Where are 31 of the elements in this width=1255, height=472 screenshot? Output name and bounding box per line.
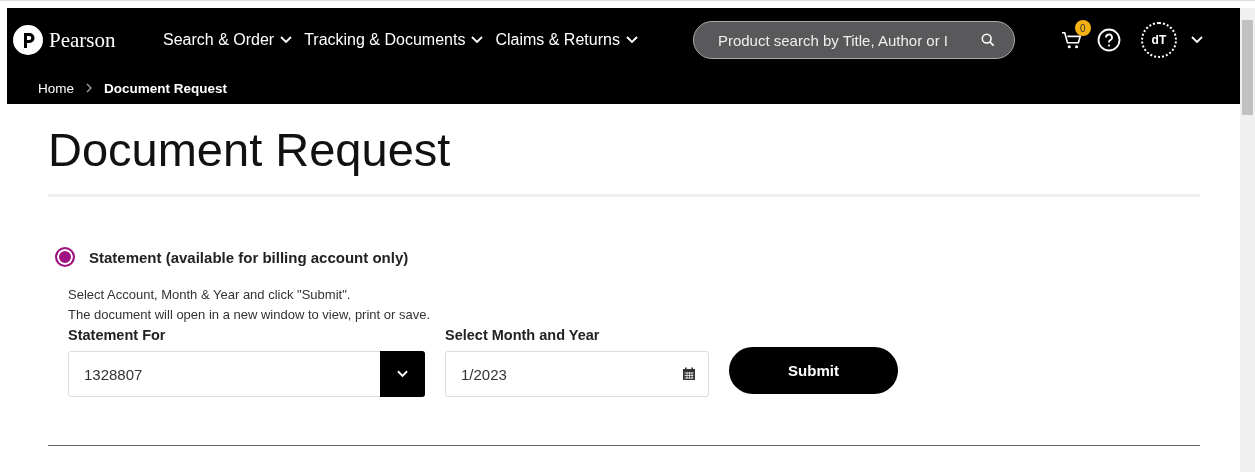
nav-menu[interactable]: Search & Order (163, 31, 293, 49)
chevron-icon (397, 370, 408, 378)
field-label: Select Month and Year (445, 327, 601, 343)
radio-button[interactable] (55, 247, 75, 267)
help-icon[interactable] (1096, 28, 1121, 52)
account-select[interactable]: 1328807 (68, 351, 425, 397)
chevron-icon (625, 36, 638, 44)
chevron-icon[interactable] (1190, 36, 1203, 44)
breadcrumb-link[interactable]: Home (38, 80, 74, 96)
user-avatar[interactable]: dT (1140, 22, 1177, 58)
nav-menu[interactable]: Claims & Returns (495, 31, 638, 49)
calendar-icon[interactable] (682, 367, 696, 381)
field-label: Statement For (68, 327, 167, 343)
submit-button[interactable]: Submit (729, 347, 898, 394)
chevron-right-icon (86, 83, 92, 93)
date-field[interactable]: 1/2023 (445, 351, 709, 397)
search-icon[interactable] (980, 33, 995, 47)
search-field[interactable]: Product search by Title, Author or I (692, 21, 1015, 59)
scrollbar[interactable] (1240, 8, 1255, 472)
logo-icon[interactable] (13, 25, 43, 55)
logo-text[interactable]: Pearson (49, 27, 116, 53)
nav-menu[interactable]: Tracking & Documents (304, 31, 484, 49)
instruction-text: The document will open in a new window to view, print or save. (68, 306, 432, 324)
chevron-icon (280, 36, 293, 44)
cart-count-badge: 0 (1074, 20, 1091, 36)
instruction-text: Select Account, Month & Year and click "Submit". (68, 286, 352, 304)
chevron-icon (471, 36, 484, 44)
breadcrumb-link[interactable]: Document Request (104, 80, 228, 96)
cart-icon[interactable] (1060, 30, 1083, 50)
page-title: Document Request (48, 122, 452, 178)
option-label: Statement (available for billing account only) (89, 248, 409, 266)
